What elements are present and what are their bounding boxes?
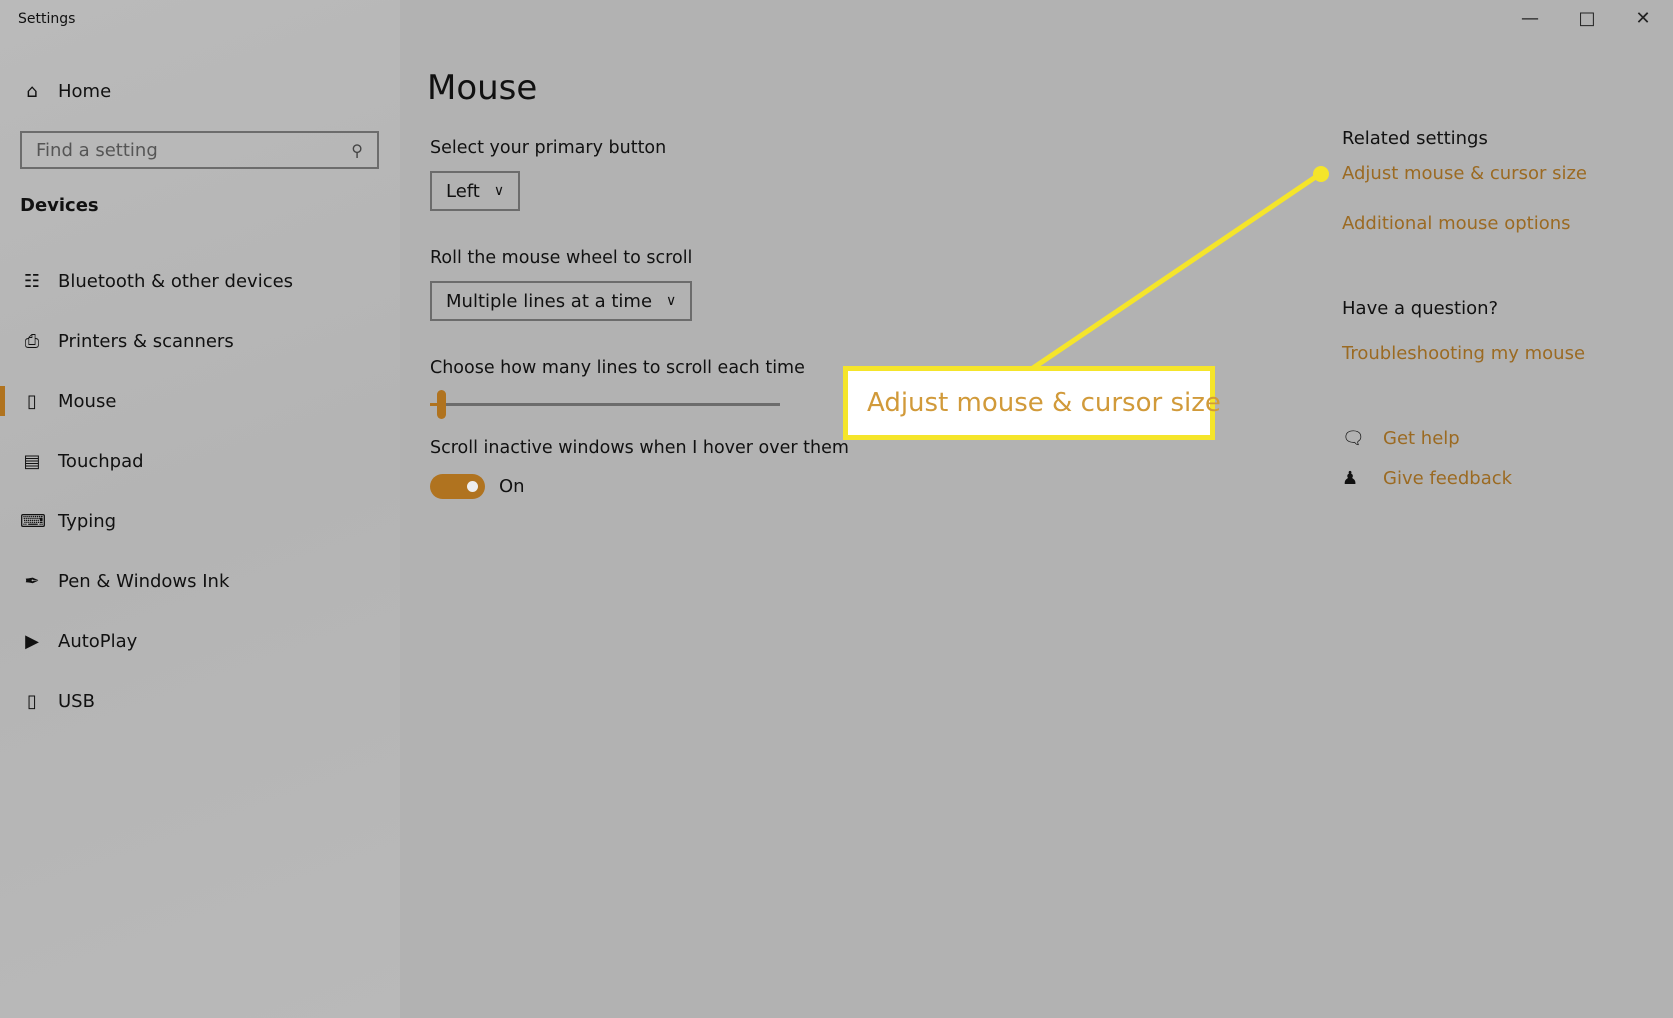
callout-box: Adjust mouse & cursor size bbox=[843, 366, 1221, 440]
callout-connector bbox=[1031, 166, 1329, 371]
callout-dot bbox=[1313, 166, 1329, 182]
callout-text: Adjust mouse & cursor size bbox=[867, 388, 1221, 418]
